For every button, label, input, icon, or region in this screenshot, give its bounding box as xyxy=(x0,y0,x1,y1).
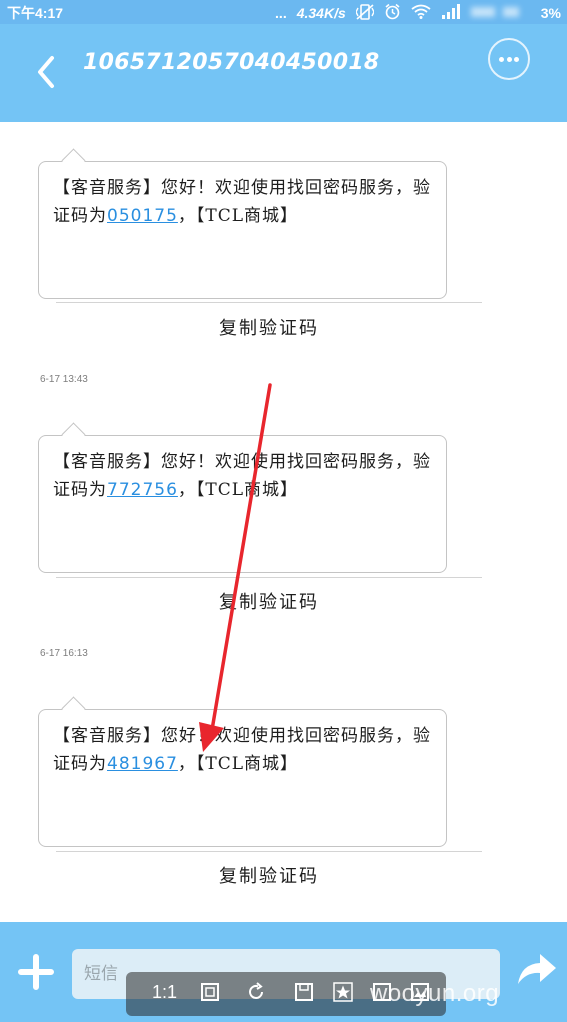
blurred-carrier xyxy=(470,5,531,22)
more-icon xyxy=(499,57,504,62)
contact-number: 1065712057040450018 xyxy=(83,50,380,75)
message-bubble[interactable]: 【客音服务】您好！欢迎使用找回密码服务，验证码为050175，【TCL商城】 xyxy=(38,148,447,299)
message-timestamp: 6-17 13:43 xyxy=(40,374,88,385)
status-bar: 下午4:17 ... 4.34K/s 3% xyxy=(0,0,567,24)
divider xyxy=(56,851,482,852)
back-button[interactable] xyxy=(26,50,70,94)
send-button[interactable] xyxy=(516,948,558,990)
message-text: 【客音服务】您好！欢迎使用找回密码服务，验证码为050175，【TCL商城】 xyxy=(53,178,431,226)
divider xyxy=(56,302,482,303)
send-arrow-icon xyxy=(518,954,556,984)
message-timestamp: 6-17 16:13 xyxy=(40,648,88,659)
status-icons: ... 4.34K/s 3% xyxy=(275,3,561,23)
chevron-left-icon xyxy=(38,56,54,88)
message-bubble[interactable]: 【客音服务】您好！欢迎使用找回密码服务，验证码为772756，【TCL商城】 xyxy=(38,422,447,573)
vibrate-icon xyxy=(354,3,375,23)
favorite-star-icon[interactable] xyxy=(333,982,353,1007)
wifi-icon xyxy=(411,4,431,22)
rotate-icon[interactable] xyxy=(246,982,266,1007)
copy-code-button[interactable]: 复制验证码 xyxy=(160,588,378,614)
save-icon[interactable] xyxy=(294,982,314,1007)
plus-icon xyxy=(18,954,54,990)
conversation-header: 1065712057040450018 xyxy=(0,24,567,122)
battery-level: 3% xyxy=(540,5,561,21)
fit-window-icon[interactable] xyxy=(200,982,220,1007)
more-options-button[interactable] xyxy=(488,38,530,80)
message-bubble[interactable]: 【客音服务】您好！欢迎使用找回密码服务，验证码为481967，【TCL商城】 xyxy=(38,696,447,847)
message-text: 【客音服务】您好！欢迎使用找回密码服务，验证码为772756，【TCL商城】 xyxy=(53,452,431,500)
divider xyxy=(56,577,482,578)
watermark: wooyun.org xyxy=(370,980,500,1007)
message-text: 【客音服务】您好！欢迎使用找回密码服务，验证码为481967，【TCL商城】 xyxy=(53,726,431,774)
copy-code-button[interactable]: 复制验证码 xyxy=(160,314,378,340)
message-list[interactable]: 【客音服务】您好！欢迎使用找回密码服务，验证码为050175，【TCL商城】 复… xyxy=(0,122,567,922)
verification-code-link[interactable]: 481967 xyxy=(107,754,178,774)
add-attachment-button[interactable] xyxy=(16,952,56,992)
zoom-actual-size-button[interactable]: 1:1 xyxy=(152,982,177,1003)
verification-code-link[interactable]: 772756 xyxy=(107,480,178,500)
verification-code-link[interactable]: 050175 xyxy=(107,206,178,226)
notification-dots: ... xyxy=(275,5,287,21)
status-time: 下午4:17 xyxy=(7,5,64,21)
copy-code-button[interactable]: 复制验证码 xyxy=(160,862,378,888)
signal-icon xyxy=(441,4,461,22)
network-speed: 4.34K/s xyxy=(296,5,346,21)
alarm-icon xyxy=(384,3,401,23)
